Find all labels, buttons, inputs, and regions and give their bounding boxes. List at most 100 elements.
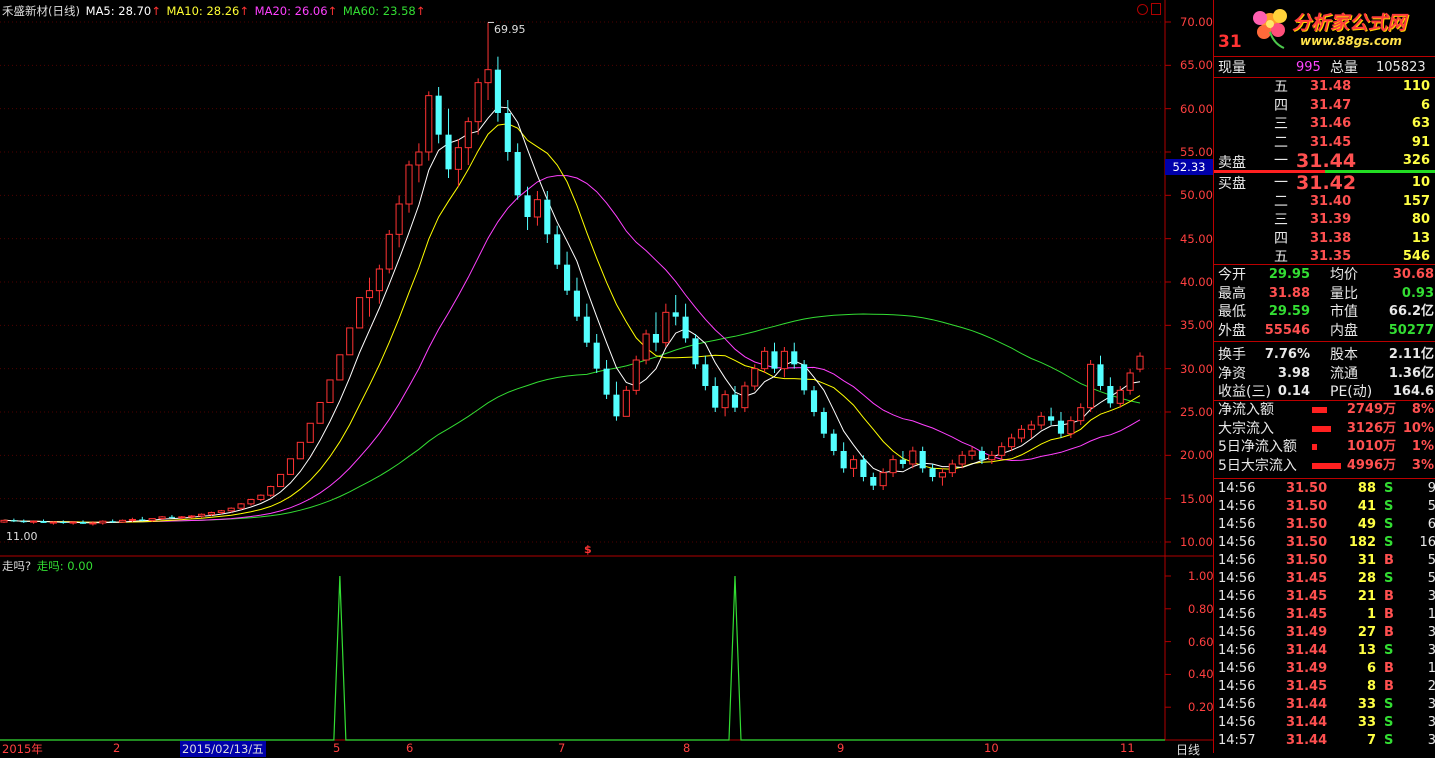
tick-row[interactable]: 14:56 31.44 13 S 3 <box>1214 642 1435 660</box>
ma10-arrow-icon: ↑ <box>239 4 250 18</box>
candle-body <box>721 394 729 409</box>
candle-body <box>533 199 541 218</box>
level-label: 一 <box>1274 153 1288 169</box>
stat-row: 最低 29.59 市值 66.2亿 <box>1214 303 1435 321</box>
tick-price: 31.50 <box>1286 517 1328 532</box>
tick-row[interactable]: 14:56 31.45 8 B 2 <box>1214 678 1435 696</box>
tick-price: 31.45 <box>1286 589 1328 604</box>
logo-url[interactable]: www.88gs.com <box>1300 34 1402 48</box>
tick-extra: 5 <box>1427 553 1435 568</box>
price-tick-label: 30.00 <box>1180 361 1213 376</box>
candle-body <box>702 364 709 386</box>
candle-body <box>938 472 946 478</box>
candle-body <box>1067 420 1075 435</box>
tick-volume: 88 <box>1357 481 1376 496</box>
candle-body <box>899 459 906 464</box>
bid-row[interactable]: 三 31.39 80 <box>1214 211 1435 229</box>
tick-row[interactable]: 14:56 31.45 28 S 5 <box>1214 570 1435 588</box>
level-price: 31.45 <box>1310 134 1352 150</box>
tick-volume: 13 <box>1357 643 1376 658</box>
candle-body <box>1087 363 1095 409</box>
ask-row[interactable]: 四 31.47 6 <box>1214 97 1435 115</box>
ask-row[interactable]: 一 31.44 326 <box>1214 152 1435 171</box>
candle-body <box>365 290 374 299</box>
tick-row[interactable]: 14:56 31.50 182 S 16 <box>1214 534 1435 552</box>
tick-volume: 6 <box>1366 661 1376 676</box>
ask-row[interactable]: 二 31.45 91 <box>1214 134 1435 152</box>
chart-close-icon[interactable] <box>1137 4 1148 15</box>
tick-row[interactable]: 14:57 31.44 7 S 3 <box>1214 732 1435 750</box>
candle-body <box>89 522 97 525</box>
stat-row: 外盘 55546 内盘 50277 <box>1214 322 1435 340</box>
flow-percent: 10% <box>1402 420 1434 436</box>
candle-body <box>356 297 364 329</box>
candle-body <box>247 499 255 505</box>
candle-body <box>158 516 166 520</box>
tick-time: 14:56 <box>1218 661 1256 676</box>
stat-row: 收益(三) 0.14 PE(动) 164.6 <box>1214 383 1435 401</box>
kline-chart-area[interactable]: 禾盛新材(日线) MA5: 28.70↑ MA10: 28.26↑ MA20: … <box>0 0 1214 757</box>
tick-row[interactable]: 14:56 31.45 21 B 3 <box>1214 588 1435 606</box>
candle-body <box>217 510 225 514</box>
candle-body <box>168 516 175 518</box>
tick-row[interactable]: 14:56 31.50 88 S 9 <box>1214 480 1435 498</box>
tick-time: 14:56 <box>1218 571 1256 586</box>
candle-body <box>682 316 689 339</box>
candle-body <box>99 520 107 524</box>
indicator-header: 走吗? 走吗: 0.00 <box>2 558 93 574</box>
bid-row[interactable]: 二 31.40 157 <box>1214 193 1435 211</box>
price-tick-label: 50.00 <box>1180 188 1213 203</box>
divider <box>1214 264 1435 265</box>
tick-row[interactable]: 14:56 31.50 49 S 6 <box>1214 516 1435 534</box>
ask-row[interactable]: 五 31.48 110 <box>1214 78 1435 96</box>
tick-side: S <box>1384 571 1394 586</box>
indicator-tick-label: 0.20 <box>1188 700 1214 715</box>
price-tick-label: 60.00 <box>1180 101 1213 116</box>
tick-row[interactable]: 14:56 31.50 31 B 5 <box>1214 552 1435 570</box>
candle-body <box>1037 415 1045 426</box>
stat-label: 股本 <box>1330 347 1358 363</box>
candle-body <box>870 477 877 486</box>
tick-volume: 1 <box>1366 607 1376 622</box>
tick-volume: 7 <box>1366 733 1376 748</box>
tick-time: 14:56 <box>1218 607 1256 622</box>
chart-maximize-icon[interactable] <box>1151 3 1161 15</box>
tick-extra: 3 <box>1427 643 1435 658</box>
stock-code: 31 <box>1218 32 1242 52</box>
candle-body <box>948 463 956 474</box>
candle-body <box>504 113 511 152</box>
candle-body <box>435 95 442 135</box>
sell-label: 卖盘 <box>1218 155 1246 171</box>
tick-row[interactable]: 14:56 31.49 27 B 3 <box>1214 624 1435 642</box>
candle-body <box>30 520 38 523</box>
candle-body <box>731 394 739 408</box>
tick-side: S <box>1384 499 1394 514</box>
current-volume-value: 995 <box>1296 60 1321 75</box>
stat-label: 市值 <box>1330 304 1358 320</box>
tick-price: 31.44 <box>1286 697 1328 712</box>
stat-label: PE(动) <box>1330 384 1373 400</box>
candle-body <box>326 379 334 403</box>
candle-body <box>316 401 324 424</box>
bid-row[interactable]: 一 31.42 10 <box>1214 174 1435 193</box>
tick-time: 14:56 <box>1218 535 1256 550</box>
candle-body <box>494 69 501 113</box>
tick-row[interactable]: 14:56 31.44 33 S 3 <box>1214 696 1435 714</box>
period-label[interactable]: 日线 <box>1176 741 1200 758</box>
kline-chart-svg[interactable] <box>0 0 1213 753</box>
tick-row[interactable]: 14:56 31.49 6 B 1 <box>1214 660 1435 678</box>
tick-price: 31.45 <box>1286 679 1328 694</box>
indicator-title: 走吗? <box>2 559 32 573</box>
tick-row[interactable]: 14:56 31.45 1 B 1 <box>1214 606 1435 624</box>
tick-time: 14:56 <box>1218 715 1256 730</box>
bid-row[interactable]: 四 31.38 13 <box>1214 230 1435 248</box>
time-axis-label: 2015/02/13/五 <box>180 741 266 757</box>
level-price: 31.47 <box>1310 97 1352 113</box>
tick-volume: 182 <box>1348 535 1376 550</box>
ask-row[interactable]: 三 31.46 63 <box>1214 115 1435 133</box>
tick-row[interactable]: 14:56 31.44 33 S 3 <box>1214 714 1435 732</box>
candle-body <box>1057 420 1065 434</box>
ma20-line <box>3 175 1141 523</box>
candle-body <box>929 468 936 477</box>
tick-row[interactable]: 14:56 31.50 41 S 5 <box>1214 498 1435 516</box>
